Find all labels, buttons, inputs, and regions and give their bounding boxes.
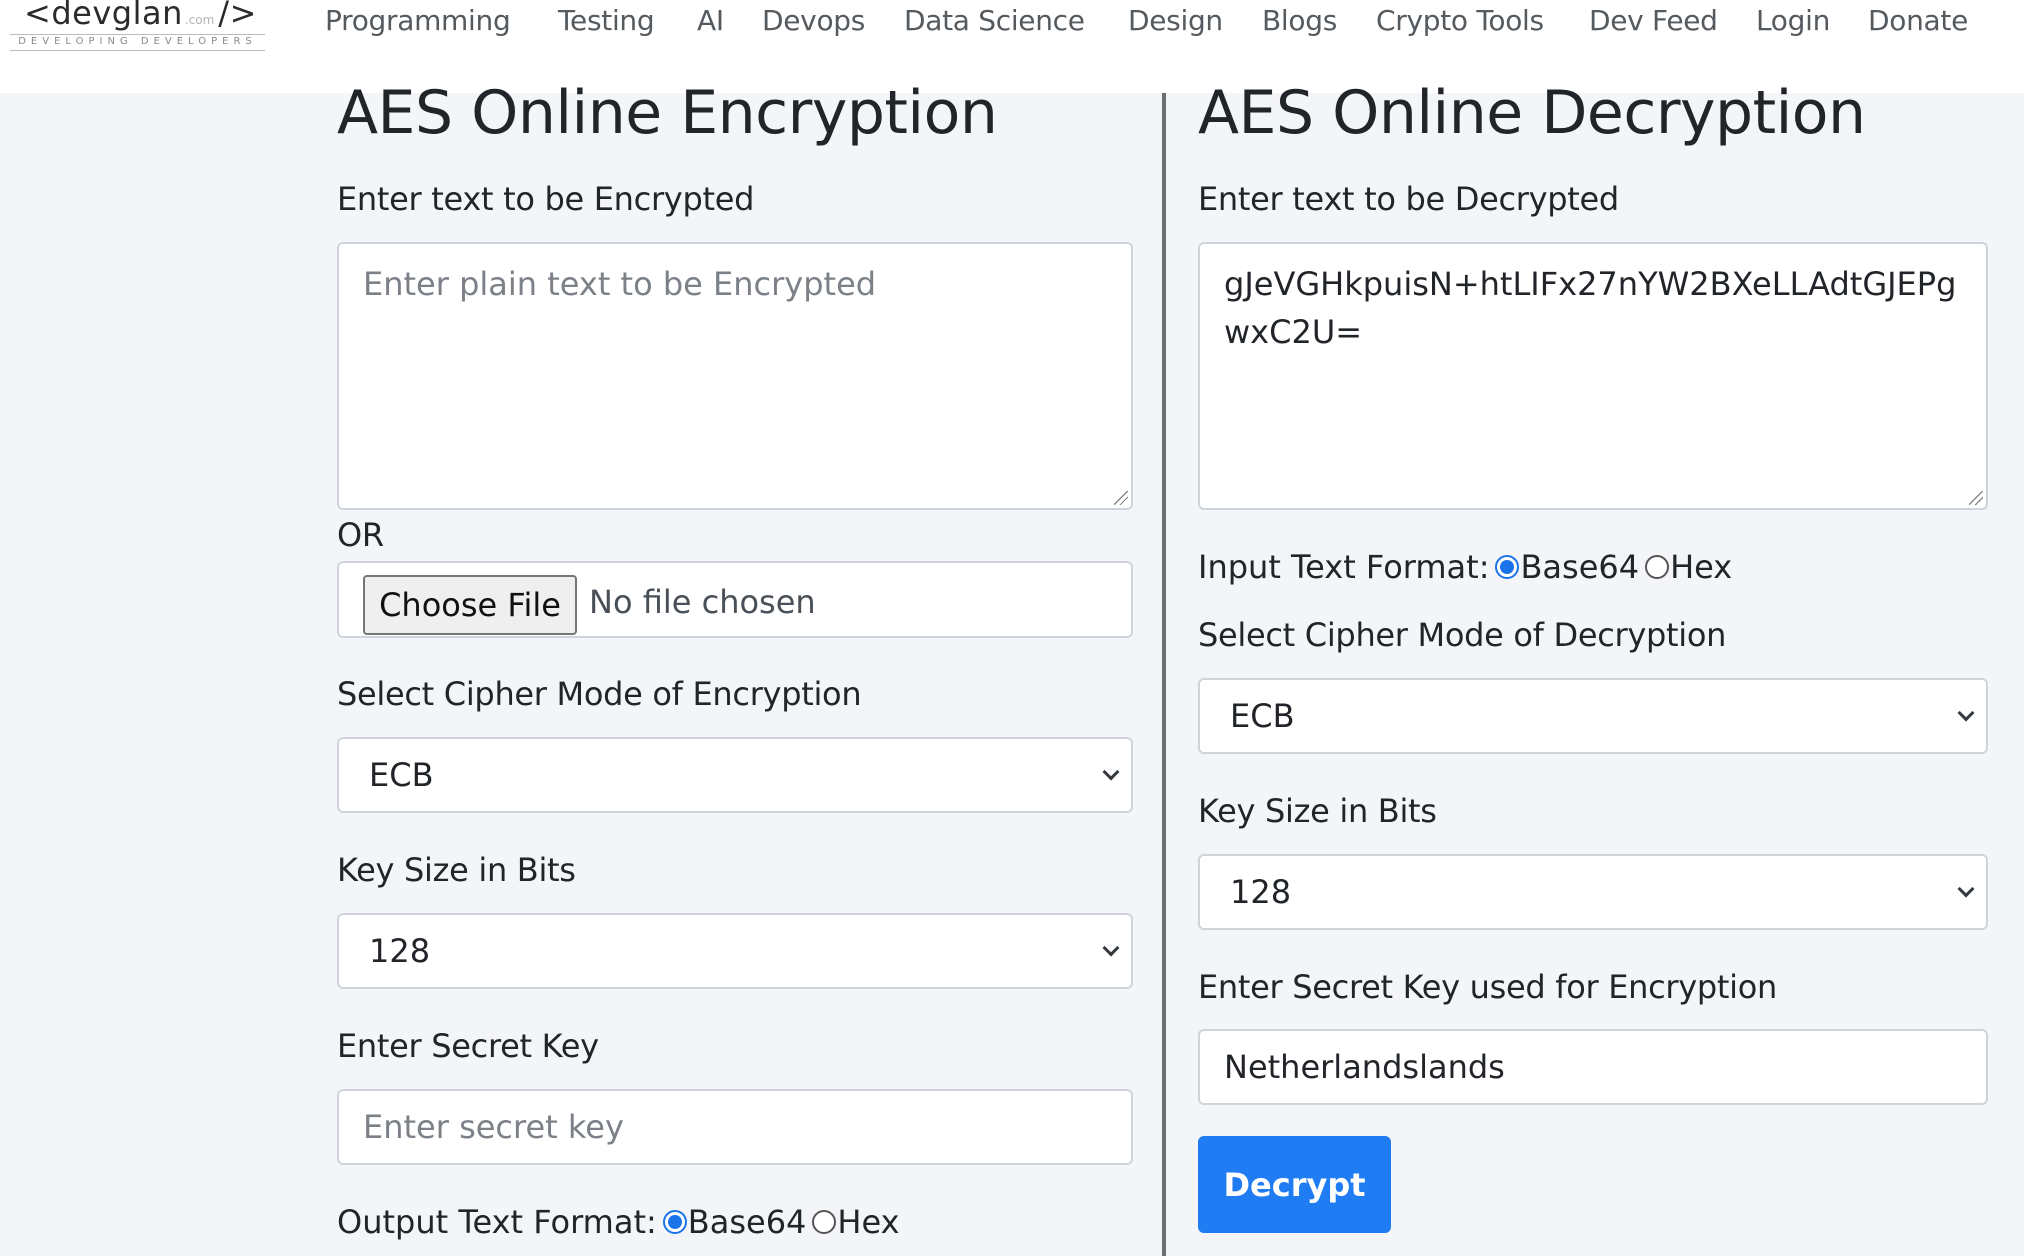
resize-handle-icon[interactable] (1114, 491, 1128, 505)
nav-blogs[interactable]: Blogs (1262, 4, 1337, 37)
encrypt-mode-label: Select Cipher Mode of Encryption (337, 675, 862, 713)
logo-text: <devglan .com/> (24, 0, 257, 32)
nav-donate[interactable]: Donate (1868, 4, 1968, 37)
output-format-base64-label: Base64 (687, 1203, 807, 1241)
nav-design[interactable]: Design (1128, 4, 1223, 37)
output-format-label: Output Text Format: (337, 1203, 657, 1241)
encrypt-secret-input[interactable] (337, 1089, 1133, 1165)
file-status-text: No file chosen (589, 583, 816, 621)
output-format-group: Output Text Format: Base64 Hex (337, 1203, 900, 1241)
chevron-down-icon (1957, 880, 1975, 898)
encrypt-keysize-label: Key Size in Bits (337, 851, 576, 889)
encrypt-text-input[interactable] (337, 242, 1133, 510)
decrypt-keysize-select[interactable]: 128 (1198, 854, 1988, 930)
decrypt-text-input[interactable]: gJeVGHkpuisN+htLIFx27nYW2BXeLLAdtGJEPgwx… (1198, 242, 1988, 510)
input-format-hex-label: Hex (1670, 548, 1733, 586)
output-format-hex-label: Hex (837, 1203, 900, 1241)
decrypt-mode-value: ECB (1230, 697, 1295, 735)
output-format-base64-radio[interactable] (662, 1210, 687, 1234)
encrypt-secret-label: Enter Secret Key (337, 1027, 599, 1065)
input-format-base64-radio[interactable] (1495, 555, 1520, 579)
chevron-down-icon (1102, 939, 1120, 957)
nav-data-science[interactable]: Data Science (904, 4, 1085, 37)
output-format-hex-radio[interactable] (812, 1210, 837, 1234)
encryption-title: AES Online Encryption (337, 78, 998, 148)
decrypt-button[interactable]: Decrypt (1198, 1136, 1391, 1233)
resize-handle-icon[interactable] (1969, 491, 1983, 505)
input-format-base64-label: Base64 (1520, 548, 1640, 586)
nav-devops[interactable]: Devops (762, 4, 865, 37)
decrypt-secret-value: Netherlandslands (1224, 1048, 1505, 1086)
decryption-title: AES Online Decryption (1198, 78, 1866, 148)
nav-crypto-tools[interactable]: Crypto Tools (1376, 4, 1544, 37)
decrypt-text-label: Enter text to be Decrypted (1198, 180, 1619, 218)
file-upload-field: Choose File No file chosen (337, 561, 1133, 638)
encrypt-text-label: Enter text to be Encrypted (337, 180, 755, 218)
decrypt-secret-label: Enter Secret Key used for Encryption (1198, 968, 1777, 1006)
decrypt-secret-input[interactable]: Netherlandslands (1198, 1029, 1988, 1105)
decrypt-mode-select[interactable]: ECB (1198, 678, 1988, 754)
decrypt-keysize-value: 128 (1230, 873, 1292, 911)
column-divider (1162, 93, 1166, 1256)
chevron-down-icon (1102, 763, 1120, 781)
input-format-hex-radio[interactable] (1645, 555, 1670, 579)
encrypt-keysize-select[interactable]: 128 (337, 913, 1133, 989)
logo-tagline: DEVELOPING DEVELOPERS (18, 36, 257, 47)
encrypt-mode-select[interactable]: ECB (337, 737, 1133, 813)
nav-ai[interactable]: AI (697, 4, 724, 37)
nav-dev-feed[interactable]: Dev Feed (1589, 4, 1718, 37)
decrypt-mode-label: Select Cipher Mode of Decryption (1198, 616, 1727, 654)
choose-file-button[interactable]: Choose File (363, 575, 577, 635)
nav-programming[interactable]: Programming (325, 4, 511, 37)
decrypt-keysize-label: Key Size in Bits (1198, 792, 1437, 830)
or-label: OR (337, 516, 384, 554)
encrypt-keysize-value: 128 (369, 932, 431, 970)
nav-testing[interactable]: Testing (558, 4, 655, 37)
input-format-label: Input Text Format: (1198, 548, 1490, 586)
devglan-logo[interactable]: <devglan .com/> DEVELOPING DEVELOPERS (10, 0, 265, 52)
encrypt-mode-value: ECB (369, 756, 434, 794)
chevron-down-icon (1957, 704, 1975, 722)
input-format-group: Input Text Format: Base64 Hex (1198, 548, 1732, 586)
logo-rule-top (10, 34, 265, 35)
nav-login[interactable]: Login (1756, 4, 1830, 37)
logo-rule-bottom (10, 50, 265, 51)
